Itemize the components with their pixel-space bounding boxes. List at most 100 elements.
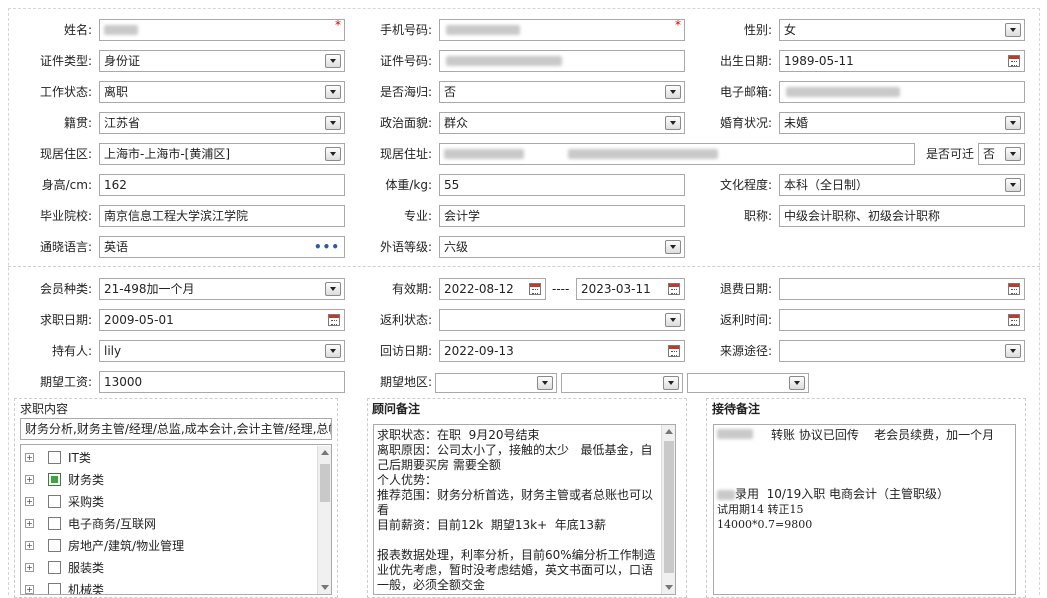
scroll-thumb[interactable] <box>320 464 330 502</box>
region-province-select[interactable] <box>435 373 557 393</box>
gender-select[interactable]: 女 <box>779 19 1025 41</box>
scroll-up-icon[interactable] <box>665 429 673 434</box>
name-field[interactable]: * <box>99 19 345 41</box>
phone-field[interactable]: * <box>439 19 685 41</box>
movable-value: 否 <box>983 147 996 161</box>
dropdown-arrow-icon[interactable] <box>665 116 681 130</box>
id-type-select[interactable]: 身份证 <box>99 50 345 72</box>
calendar-icon[interactable] <box>529 283 541 295</box>
expand-icon[interactable]: + <box>25 475 34 484</box>
dropdown-arrow-icon[interactable] <box>537 376 553 390</box>
email-field[interactable] <box>779 81 1025 103</box>
job-content-title: 求职内容 <box>20 402 69 416</box>
dropdown-arrow-icon[interactable] <box>665 240 681 254</box>
tree-scrollbar[interactable] <box>317 446 331 594</box>
work-status-select[interactable]: 离职 <box>99 81 345 103</box>
expand-icon[interactable]: + <box>25 519 34 528</box>
title-field[interactable]: 中级会计职称、初级会计职称 <box>779 205 1025 227</box>
member-type-select[interactable]: 21-498加一个月 <box>99 278 345 300</box>
expand-icon[interactable]: + <box>25 541 34 550</box>
weight-field[interactable]: 55 <box>439 174 685 196</box>
rebate-status-select[interactable] <box>439 309 685 331</box>
expand-icon[interactable]: + <box>25 585 34 594</box>
valid-from-field[interactable]: 2022-08-12 <box>439 278 546 300</box>
holder-select[interactable]: lily <box>99 340 345 362</box>
expand-icon[interactable]: + <box>25 563 34 572</box>
lang-level-select[interactable]: 六级 <box>439 236 685 258</box>
marital-select[interactable]: 未婚 <box>779 112 1025 134</box>
dropdown-arrow-icon[interactable] <box>1005 23 1021 37</box>
dropdown-arrow-icon[interactable] <box>1005 344 1021 358</box>
id-number-field[interactable] <box>439 50 685 72</box>
calendar-icon[interactable] <box>1008 55 1020 67</box>
major-field[interactable]: 会计学 <box>439 205 685 227</box>
reception-note-line1: 转账 协议已回传 老会员续费，加一个月 <box>771 428 995 442</box>
checkbox[interactable] <box>48 495 61 508</box>
dropdown-arrow-icon[interactable] <box>325 85 341 99</box>
checkbox[interactable] <box>48 583 61 594</box>
region-city-select[interactable] <box>561 373 683 393</box>
language-label: 通晓语言: <box>39 240 92 254</box>
school-field[interactable]: 南京信息工程大学滨江学院 <box>99 205 345 227</box>
checkbox[interactable] <box>48 539 61 552</box>
note-scrollbar[interactable] <box>661 425 675 594</box>
political-select[interactable]: 群众 <box>439 112 685 134</box>
checkbox[interactable] <box>48 473 61 486</box>
scroll-down-icon[interactable] <box>321 585 329 590</box>
dropdown-arrow-icon[interactable] <box>325 54 341 68</box>
movable-select[interactable]: 否 <box>978 143 1025 165</box>
reception-note-textarea[interactable]: 转账 协议已回传 老会员续费，加一个月 录用 10/19入职 电商会计（主管职级… <box>713 424 1016 595</box>
height-field[interactable]: 162 <box>99 174 345 196</box>
birth-date-field[interactable]: 1989-05-11 <box>779 50 1025 72</box>
residence-select[interactable]: 上海市-上海市-[黄浦区] <box>99 143 345 165</box>
dropdown-arrow-icon[interactable] <box>665 85 681 99</box>
checkbox[interactable] <box>48 561 61 574</box>
job-date-field[interactable]: 2009-05-01 <box>99 309 345 331</box>
major-label: 专业: <box>403 209 432 223</box>
checkbox[interactable] <box>48 517 61 530</box>
education-select[interactable]: 本科（全日制） <box>779 174 1025 196</box>
dropdown-arrow-icon[interactable] <box>325 282 341 296</box>
birth-value: 1989-05-11 <box>784 54 854 68</box>
more-icon[interactable]: ••• <box>314 237 340 257</box>
job-content-summary[interactable]: 财务分析,财务主管/经理/总监,成本会计,会计主管/经理,总帐 <box>20 418 332 440</box>
dropdown-arrow-icon[interactable] <box>663 376 679 390</box>
dropdown-arrow-icon[interactable] <box>325 116 341 130</box>
education-value: 本科（全日制） <box>784 178 869 192</box>
calendar-icon[interactable] <box>1008 314 1020 326</box>
native-select[interactable]: 江苏省 <box>99 112 345 134</box>
refund-date-field[interactable] <box>779 278 1025 300</box>
calendar-icon[interactable] <box>668 345 680 357</box>
dropdown-arrow-icon[interactable] <box>789 376 805 390</box>
calendar-icon[interactable] <box>1008 283 1020 295</box>
revisit-date-field[interactable]: 2022-09-13 <box>439 340 685 362</box>
scroll-down-icon[interactable] <box>665 585 673 590</box>
salary-field[interactable]: 13000 <box>99 371 345 393</box>
refund-date-label: 退费日期: <box>719 282 772 296</box>
region-district-select[interactable] <box>687 373 809 393</box>
dropdown-arrow-icon[interactable] <box>325 344 341 358</box>
dropdown-arrow-icon[interactable] <box>1005 116 1021 130</box>
expand-icon[interactable]: + <box>25 453 34 462</box>
valid-to-field[interactable]: 2023-03-11 <box>576 278 685 300</box>
consultant-note-textarea[interactable]: 求职状态：在职 9月20号结束 离职原因：公司太小了，接触的太少 最低基金，自己… <box>373 424 676 595</box>
address-field[interactable] <box>439 143 915 165</box>
checkbox[interactable] <box>48 451 61 464</box>
language-field[interactable]: 英语 ••• <box>99 236 345 258</box>
rebate-time-label: 返利时间: <box>719 313 772 327</box>
dropdown-arrow-icon[interactable] <box>325 147 341 161</box>
tree-item-label: 采购类 <box>68 495 105 509</box>
overseas-select[interactable]: 否 <box>439 81 685 103</box>
scroll-thumb[interactable] <box>664 441 674 573</box>
revisit-value: 2022-09-13 <box>444 344 514 358</box>
scroll-up-icon[interactable] <box>321 450 329 455</box>
dropdown-arrow-icon[interactable] <box>1005 147 1021 161</box>
rebate-time-field[interactable] <box>779 309 1025 331</box>
dropdown-arrow-icon[interactable] <box>665 313 681 327</box>
redacted-text <box>444 149 524 159</box>
dropdown-arrow-icon[interactable] <box>1005 178 1021 192</box>
calendar-icon[interactable] <box>328 314 340 326</box>
source-select[interactable] <box>779 340 1025 362</box>
expand-icon[interactable]: + <box>25 497 34 506</box>
calendar-icon[interactable] <box>668 283 680 295</box>
